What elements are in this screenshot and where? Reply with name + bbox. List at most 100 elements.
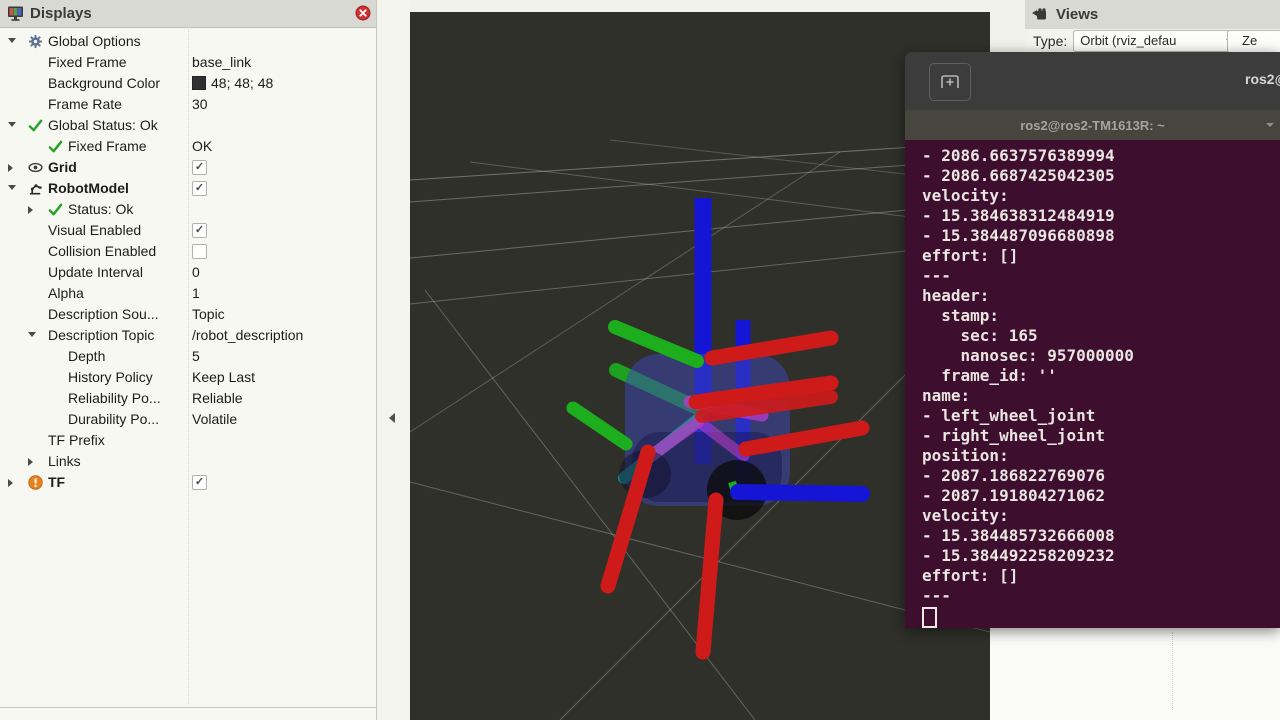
tree-row-value[interactable]: ✓ xyxy=(192,159,207,175)
checkbox[interactable]: ✓ xyxy=(192,475,207,490)
tree-row-value[interactable]: /robot_description xyxy=(192,327,303,343)
terminal-line: name: xyxy=(922,386,1280,406)
new-tab-button[interactable] xyxy=(929,63,971,101)
value-text: /robot_description xyxy=(192,327,303,343)
tree-row-label: Fixed Frame xyxy=(68,138,147,154)
tree-row-value[interactable]: ✓ xyxy=(192,474,207,490)
terminal-line: nanosec: 957000000 xyxy=(922,346,1280,366)
check-icon xyxy=(28,118,43,133)
scene-canvas xyxy=(410,12,990,720)
expander-open-icon[interactable] xyxy=(28,332,36,337)
color-swatch xyxy=(192,76,206,90)
tree-row-value[interactable]: ✓ xyxy=(192,180,207,196)
terminal-output[interactable]: - 2086.6637576389994- 2086.6687425042305… xyxy=(905,140,1280,628)
tree-row-label: Alpha xyxy=(48,285,84,301)
gear-icon xyxy=(28,34,43,49)
tree-row-value[interactable]: ✓ xyxy=(192,222,207,238)
value-text: 5 xyxy=(192,348,200,364)
terminal-window[interactable]: ros2@ ros2@ros2-TM1613R: ~ - 2086.663757… xyxy=(905,52,1280,628)
checkbox[interactable]: ✓ xyxy=(192,223,207,238)
tree-row-label: Description Topic xyxy=(48,327,154,343)
view-type-combobox[interactable]: Orbit (rviz_defau xyxy=(1073,30,1239,52)
tab-chevron-down-icon[interactable] xyxy=(1266,123,1274,127)
check-icon xyxy=(48,139,63,154)
expander-open-icon[interactable] xyxy=(8,185,16,190)
terminal-headerbar[interactable]: ros2@ xyxy=(905,52,1280,110)
tree-row-value[interactable]: Topic xyxy=(192,306,225,322)
panel-splitter[interactable] xyxy=(377,0,410,720)
terminal-line: - 2086.6637576389994 xyxy=(922,146,1280,166)
tree-row-label: Global Status: Ok xyxy=(48,117,158,133)
tree-row-label: RobotModel xyxy=(48,180,129,196)
terminal-line: header: xyxy=(922,286,1280,306)
expander-closed-icon[interactable] xyxy=(28,458,33,466)
displays-panel-title: Displays xyxy=(30,5,92,22)
expander-open-icon[interactable] xyxy=(8,38,16,43)
tree-column-divider[interactable] xyxy=(188,27,189,704)
views-panel-titlebar[interactable]: Views xyxy=(1025,0,1280,30)
checkbox[interactable] xyxy=(192,244,207,259)
close-icon[interactable] xyxy=(355,5,371,21)
views-panel-body xyxy=(990,628,1280,720)
tree-row-label: Visual Enabled xyxy=(48,222,141,238)
tree-row-label: Global Options xyxy=(48,33,141,49)
terminal-tab-title: ros2@ros2-TM1613R: ~ xyxy=(1020,118,1165,133)
displays-panel-titlebar[interactable]: Displays xyxy=(0,0,376,28)
terminal-line: sec: 165 xyxy=(922,326,1280,346)
tree-row-label: Links xyxy=(48,453,81,469)
expander-closed-icon[interactable] xyxy=(28,206,33,214)
tree-row-value[interactable]: 5 xyxy=(192,348,200,364)
checkbox[interactable]: ✓ xyxy=(192,160,207,175)
robot-icon xyxy=(28,181,43,196)
value-text: 0 xyxy=(192,264,200,280)
terminal-line: effort: [] xyxy=(922,566,1280,586)
tree-row-label: Reliability Po... xyxy=(68,390,161,406)
expander-closed-icon[interactable] xyxy=(8,479,13,487)
tree-row-label: History Policy xyxy=(68,369,153,385)
tree-row-value[interactable] xyxy=(192,243,207,259)
tree-row-value[interactable]: base_link xyxy=(192,54,251,70)
value-text: OK xyxy=(192,138,212,154)
new-tab-icon xyxy=(940,73,960,91)
tree-row-value[interactable]: 1 xyxy=(192,285,200,301)
terminal-line: --- xyxy=(922,266,1280,286)
eye-icon xyxy=(28,160,43,175)
tree-row-value[interactable]: 48; 48; 48 xyxy=(192,75,273,91)
tree-row-label: TF xyxy=(48,474,65,490)
views-body-divider xyxy=(1172,632,1173,710)
tree-row-value[interactable]: 0 xyxy=(192,264,200,280)
value-text: 48; 48; 48 xyxy=(211,75,273,91)
tree-row-value[interactable]: Reliable xyxy=(192,390,243,406)
tree-row-label: Frame Rate xyxy=(48,96,122,112)
robot-model xyxy=(573,198,862,652)
views-camera-icon xyxy=(1032,8,1050,22)
terminal-lines: - 2086.6637576389994- 2086.6687425042305… xyxy=(922,146,1280,606)
tree-row-value[interactable]: Volatile xyxy=(192,411,237,427)
terminal-window-title: ros2@ xyxy=(1245,71,1280,87)
expander-open-icon[interactable] xyxy=(8,122,16,127)
tree-row-label: Depth xyxy=(68,348,105,364)
zero-button[interactable]: Ze xyxy=(1227,30,1280,53)
check-icon xyxy=(48,202,63,217)
tree-row-label: Grid xyxy=(48,159,77,175)
terminal-line: effort: [] xyxy=(922,246,1280,266)
terminal-line: - 2087.191804271062 xyxy=(922,486,1280,506)
tree-row-value[interactable]: Keep Last xyxy=(192,369,255,385)
tree-row-label: Collision Enabled xyxy=(48,243,156,259)
terminal-line: velocity: xyxy=(922,186,1280,206)
checkbox[interactable]: ✓ xyxy=(192,181,207,196)
warning-icon xyxy=(28,475,43,490)
collapse-left-icon[interactable] xyxy=(389,413,395,423)
terminal-line: velocity: xyxy=(922,506,1280,526)
tree-row-label: Fixed Frame xyxy=(48,54,127,70)
panel-bottom-divider xyxy=(0,707,410,708)
terminal-tabbar[interactable]: ros2@ros2-TM1613R: ~ xyxy=(905,110,1280,140)
tree-row-value[interactable]: 30 xyxy=(192,96,208,112)
tree-row-value[interactable]: OK xyxy=(192,138,212,154)
terminal-line: frame_id: '' xyxy=(922,366,1280,386)
views-panel-title: Views xyxy=(1056,6,1098,23)
displays-panel: Displays Global Options Fixed Frame base_l… xyxy=(0,0,377,720)
tree-row-label: Update Interval xyxy=(48,264,143,280)
render-viewport[interactable] xyxy=(410,12,990,720)
expander-closed-icon[interactable] xyxy=(8,164,13,172)
